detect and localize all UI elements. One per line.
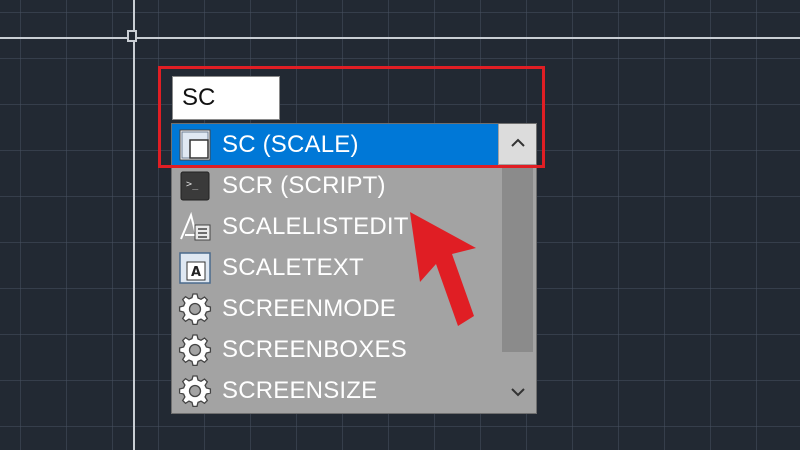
crosshair-horizontal: [0, 37, 800, 39]
scrollbar[interactable]: [499, 124, 536, 413]
script-icon: >_: [176, 167, 214, 205]
list-item-label: SC (SCALE): [222, 130, 359, 158]
svg-text:>_: >_: [186, 179, 199, 190]
svg-text:A: A: [191, 265, 201, 280]
scroll-up-button[interactable]: [499, 124, 536, 164]
scalelist-icon: [176, 208, 214, 246]
chevron-up-icon: [510, 135, 526, 153]
list-item-screensize[interactable]: SCREENSIZE: [172, 370, 498, 411]
list-item-scale[interactable]: SC (SCALE): [172, 124, 498, 165]
chevron-down-icon: [510, 384, 526, 402]
crosshair-vertical: [133, 0, 135, 450]
list-item-label: SCREENBOXES: [222, 335, 407, 363]
annotation-arrow-icon: [410, 212, 476, 326]
command-input[interactable]: SC: [172, 76, 280, 120]
list-item-label: SCALETEXT: [222, 253, 364, 281]
gear-icon: [176, 372, 214, 410]
autocomplete-list[interactable]: SC (SCALE) >_ SCR (SCRIPT) SCALELISTEDIT: [171, 123, 537, 414]
list-item-script[interactable]: >_ SCR (SCRIPT): [172, 165, 498, 206]
list-item-screenboxes[interactable]: SCREENBOXES: [172, 329, 498, 370]
scale-icon: [176, 126, 214, 164]
gear-icon: [176, 290, 214, 328]
list-item-label: SCREENSIZE: [222, 376, 378, 404]
scrollbar-thumb[interactable]: [502, 166, 533, 352]
list-item-label: SCREENMODE: [222, 294, 397, 322]
scaletext-icon: A: [176, 249, 214, 287]
cursor-pickbox: [127, 30, 137, 42]
list-item-label: SCALELISTEDIT: [222, 212, 409, 240]
gear-icon: [176, 331, 214, 369]
scroll-down-button[interactable]: [499, 373, 536, 413]
list-item-label: SCR (SCRIPT): [222, 171, 386, 199]
